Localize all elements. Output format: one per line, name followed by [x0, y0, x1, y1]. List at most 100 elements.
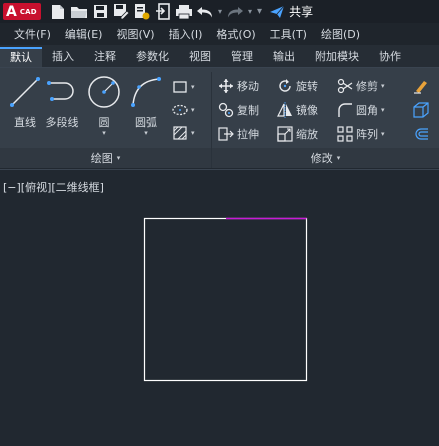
circle-label: 圆 [98, 116, 110, 129]
copy-label: 复制 [237, 104, 259, 117]
modify-panel-expand-icon[interactable]: ▾ [337, 154, 341, 162]
copy-tool-button[interactable]: 复制 [218, 102, 259, 118]
fillet-label: 圆角 [356, 104, 378, 117]
erase-tool-button[interactable] [413, 78, 429, 94]
export-icon[interactable] [154, 3, 172, 21]
menu-view[interactable]: 视图(V) [116, 26, 154, 42]
publish-icon[interactable] [133, 3, 151, 21]
trim-tool-button[interactable]: 修剪 ▾ [337, 78, 385, 94]
share-button[interactable]: 共享 [269, 3, 313, 20]
save-as-icon[interactable] [112, 3, 130, 21]
modify-panel-label: 修改 [310, 152, 333, 165]
rotate-icon [277, 78, 293, 94]
new-file-icon[interactable] [49, 3, 67, 21]
tab-addins[interactable]: 附加模块 [305, 47, 369, 67]
hatch-icon [172, 125, 188, 141]
scale-label: 缩放 [296, 128, 318, 141]
undo-icon[interactable] [196, 3, 214, 21]
menu-format[interactable]: 格式(O) [216, 26, 255, 42]
tab-view[interactable]: 视图 [179, 47, 221, 67]
fillet-tool-button[interactable]: 圆角 ▾ [337, 102, 385, 118]
mirror-icon [277, 102, 293, 118]
stretch-tool-button[interactable]: 拉伸 [218, 126, 259, 142]
arc-icon [128, 74, 164, 110]
stretch-icon [218, 126, 234, 142]
menu-file[interactable]: 文件(F) [14, 26, 51, 42]
tab-annotate[interactable]: 注释 [84, 47, 126, 67]
offset-tool-button[interactable] [413, 126, 429, 142]
undo-dropdown-icon[interactable]: ▾ [218, 7, 222, 16]
logo-letter: A [6, 3, 17, 20]
draw-panel-expand-icon[interactable]: ▾ [117, 154, 121, 162]
rotate-tool-button[interactable]: 旋转 [277, 78, 318, 94]
mirror-label: 镜像 [296, 104, 318, 117]
app-logo[interactable]: A CAD [3, 3, 41, 20]
customize-dropdown-icon[interactable]: ▾ [257, 6, 262, 17]
menu-draw[interactable]: 绘图(D) [321, 26, 360, 42]
tab-default[interactable]: 默认 [0, 47, 42, 67]
quick-access-toolbar: ▾ ▾ ▾ [49, 3, 263, 21]
hatch-dropdown-icon[interactable]: ▾ [191, 129, 195, 137]
tab-insert[interactable]: 插入 [42, 47, 84, 67]
line-label: 直线 [14, 116, 36, 129]
fillet-dropdown-icon[interactable]: ▾ [381, 106, 385, 114]
redo-icon[interactable] [226, 3, 244, 21]
arc-dropdown-icon[interactable]: ▾ [144, 130, 148, 137]
mirror-tool-button[interactable]: 镜像 [277, 102, 318, 118]
ellipse-dropdown-icon[interactable]: ▾ [191, 106, 195, 114]
trim-icon [337, 78, 353, 94]
move-icon [218, 78, 234, 94]
trim-label: 修剪 [356, 80, 378, 93]
circle-icon [86, 74, 122, 110]
drawing-canvas[interactable] [0, 169, 439, 445]
polyline-tool-button[interactable]: 多段线 [44, 74, 80, 130]
rotate-label: 旋转 [296, 80, 318, 93]
array-icon [337, 126, 353, 142]
modify-panel-title[interactable]: 修改 ▾ [212, 148, 439, 168]
menu-tools[interactable]: 工具(T) [270, 26, 307, 42]
draw-panel-title[interactable]: 绘图 ▾ [0, 148, 211, 168]
array-dropdown-icon[interactable]: ▾ [381, 130, 385, 138]
scale-tool-button[interactable]: 缩放 [277, 126, 318, 142]
open-folder-icon[interactable] [70, 3, 88, 21]
polyline-icon [44, 74, 80, 110]
drawn-square[interactable] [143, 217, 308, 382]
menu-insert[interactable]: 插入(I) [169, 26, 203, 42]
menu-bar: 文件(F) 编辑(E) 视图(V) 插入(I) 格式(O) 工具(T) 绘图(D… [0, 23, 439, 45]
send-icon [270, 5, 285, 18]
scale-icon [277, 126, 293, 142]
offset-icon [413, 126, 429, 142]
copy-icon [218, 102, 234, 118]
arc-label: 圆弧 [135, 116, 157, 129]
line-tool-button[interactable]: 直线 [7, 74, 43, 130]
offset-3d-tool-button[interactable] [413, 102, 429, 118]
rectangle-dropdown-icon[interactable]: ▾ [191, 83, 195, 91]
array-tool-button[interactable]: 阵列 ▾ [337, 126, 385, 142]
share-label: 共享 [289, 5, 314, 19]
ellipse-icon [172, 102, 188, 118]
move-label: 移动 [237, 80, 259, 93]
redo-dropdown-icon[interactable]: ▾ [248, 7, 252, 16]
trim-dropdown-icon[interactable]: ▾ [381, 82, 385, 90]
ribbon-tabs: 默认 插入 注释 参数化 视图 管理 输出 附加模块 协作 [0, 45, 439, 68]
circle-tool-button[interactable]: 圆 ▾ [86, 74, 122, 137]
circle-dropdown-icon[interactable]: ▾ [102, 130, 106, 137]
print-icon[interactable] [175, 3, 193, 21]
array-label: 阵列 [356, 128, 378, 141]
rectangle-tool-button[interactable]: ▾ [172, 79, 195, 95]
arc-tool-button[interactable]: 圆弧 ▾ [128, 74, 164, 137]
ellipse-tool-button[interactable]: ▾ [172, 102, 195, 118]
menu-edit[interactable]: 编辑(E) [65, 26, 103, 42]
tab-manage[interactable]: 管理 [221, 47, 263, 67]
rectangle-icon [172, 79, 188, 95]
offset-3d-icon [413, 102, 429, 118]
draw-panel-label: 绘图 [90, 152, 113, 165]
tab-parametric[interactable]: 参数化 [126, 47, 179, 67]
save-icon[interactable] [91, 3, 109, 21]
tab-output[interactable]: 输出 [263, 47, 305, 67]
hatch-tool-button[interactable]: ▾ [172, 125, 195, 141]
tab-collaborate[interactable]: 协作 [369, 47, 411, 67]
title-bar: A CAD ▾ ▾ ▾ 共享 [0, 0, 439, 23]
fillet-icon [337, 102, 353, 118]
move-tool-button[interactable]: 移动 [218, 78, 259, 94]
